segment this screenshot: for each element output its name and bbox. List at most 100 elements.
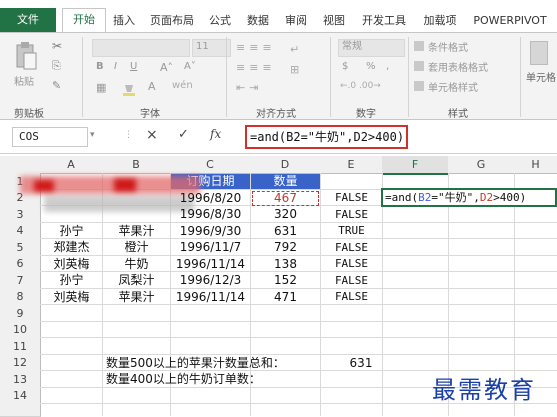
cell-styles-button[interactable]: 单元格样式 — [428, 79, 478, 94]
number-format-box[interactable]: 常规 — [338, 39, 405, 57]
cell-b6[interactable]: 牛奶 — [103, 256, 170, 272]
tab-data[interactable]: 数据 — [244, 10, 272, 32]
tab-review[interactable]: 审阅 — [282, 10, 310, 32]
cell-e3[interactable]: FALSE — [321, 206, 382, 223]
copy-icon[interactable]: ⎘ — [52, 59, 61, 73]
grow-font-icon[interactable]: A˄ — [160, 61, 173, 74]
cell-d6[interactable]: 138 — [251, 256, 320, 272]
cell-d2[interactable]: 467 — [251, 190, 320, 206]
cell-a4[interactable]: 孙宁 — [41, 223, 102, 239]
cell-a6[interactable]: 刘英梅 — [41, 256, 102, 272]
summary-label-1[interactable]: 数量500以上的苹果汁数量总和： — [106, 355, 285, 371]
row-header-8[interactable]: 8 — [0, 289, 41, 306]
font-color-icon[interactable]: A — [148, 80, 156, 93]
cell-b4[interactable]: 苹果汁 — [103, 223, 170, 239]
cell-e4[interactable]: TRUE — [321, 223, 382, 239]
row-header-11[interactable]: 11 — [0, 338, 41, 356]
tab-formulas[interactable]: 公式 — [206, 10, 234, 32]
cell-d3[interactable]: 320 — [251, 206, 320, 223]
border-icon[interactable]: ▦ — [96, 81, 106, 94]
cell-c2[interactable]: 1996/8/20 — [171, 190, 250, 206]
conditional-format-button[interactable]: 条件格式 — [428, 39, 468, 54]
cell-e5[interactable]: FALSE — [321, 239, 382, 256]
summary-label-2[interactable]: 数量400以上的牛奶订单数： — [106, 371, 261, 388]
cell-a5[interactable]: 郑建杰 — [41, 239, 102, 256]
row-header-12[interactable]: 12 — [0, 355, 41, 372]
italic-button[interactable]: I — [114, 61, 117, 72]
cells-icon[interactable] — [530, 41, 548, 65]
summary-value-1[interactable]: 631 — [341, 355, 381, 371]
align-top-icons[interactable]: ≡≡≡ — [236, 41, 276, 54]
paste-icon[interactable] — [14, 41, 38, 71]
tab-view[interactable]: 视图 — [320, 10, 348, 32]
cell-a8[interactable]: 刘英梅 — [41, 289, 102, 305]
tab-file[interactable]: 文件 — [0, 8, 56, 32]
cell-b5[interactable]: 橙汁 — [103, 239, 170, 256]
cell-c6[interactable]: 1996/11/14 — [171, 256, 250, 272]
cell-e8[interactable]: FALSE — [321, 289, 382, 305]
tab-page-layout[interactable]: 页面布局 — [146, 10, 198, 32]
row-header-15[interactable] — [0, 404, 41, 417]
cell-e7[interactable]: FALSE — [321, 272, 382, 289]
row-header-6[interactable]: 6 — [0, 256, 41, 273]
cell-a7[interactable]: 孙宁 — [41, 272, 102, 289]
tab-developer[interactable]: 开发工具 — [357, 10, 411, 32]
decimal-icons[interactable]: ←.0 .00→ — [340, 81, 381, 91]
cell-b7[interactable]: 凤梨汁 — [103, 272, 170, 289]
row-header-9[interactable]: 9 — [0, 305, 41, 323]
underline-button[interactable]: U — [130, 61, 137, 72]
row-header-7[interactable]: 7 — [0, 272, 41, 290]
cell-c4[interactable]: 1996/9/30 — [171, 223, 250, 239]
name-box-dropdown-icon[interactable]: ▾ — [90, 130, 95, 140]
font-name-box[interactable] — [92, 39, 190, 57]
cell-c5[interactable]: 1996/11/7 — [171, 239, 250, 256]
cells-button[interactable]: 单元格 — [526, 69, 556, 84]
cell-d1[interactable]: 数量 — [251, 174, 320, 189]
cell-e6[interactable]: FALSE — [321, 256, 382, 272]
merge-cells-icon[interactable]: ⊞ — [290, 63, 299, 76]
bold-button[interactable]: B — [96, 61, 104, 72]
column-header-h[interactable]: H — [514, 156, 557, 174]
insert-function-icon[interactable]: fx — [210, 127, 221, 141]
table-format-button[interactable]: 套用表格格式 — [428, 59, 488, 74]
confirm-icon[interactable]: ✓ — [178, 127, 189, 142]
name-box[interactable]: COS — [12, 127, 88, 147]
column-header-d[interactable]: D — [250, 156, 321, 174]
row-header-5[interactable]: 5 — [0, 239, 41, 257]
cell-e2[interactable]: FALSE — [321, 190, 382, 206]
cell-d8[interactable]: 471 — [251, 289, 320, 305]
tab-powerpivot[interactable]: POWERPIVOT — [468, 10, 552, 32]
formula-input[interactable]: =and(B2="牛奶",D2>400) — [245, 125, 408, 149]
row-header-4[interactable]: 4 — [0, 223, 41, 240]
wrap-text-icon[interactable]: ↵ — [290, 43, 299, 56]
cell-f2-formula[interactable]: =and(B2="牛奶",D2>400) — [385, 189, 526, 206]
fill-color-icon[interactable] — [122, 81, 136, 96]
format-painter-icon[interactable]: ✎ — [52, 79, 61, 92]
cell-d5[interactable]: 792 — [251, 239, 320, 256]
indent-icons[interactable]: ⇤⇥ — [236, 81, 262, 94]
column-header-g[interactable]: G — [448, 156, 515, 174]
tab-home[interactable]: 开始 — [62, 8, 106, 33]
cell-c8[interactable]: 1996/11/14 — [171, 289, 250, 305]
column-header-f[interactable]: F — [382, 156, 449, 175]
phonetic-icon[interactable]: wén — [172, 80, 193, 91]
shrink-font-icon[interactable]: A˅ — [184, 61, 196, 72]
accounting-format-button[interactable]: $ — [342, 61, 348, 72]
comma-style-button[interactable]: , — [386, 61, 389, 72]
tab-insert[interactable]: 插入 — [110, 10, 138, 32]
column-header-e[interactable]: E — [320, 156, 383, 174]
cancel-icon[interactable]: × — [146, 127, 158, 143]
cell-c3[interactable]: 1996/8/30 — [171, 206, 250, 223]
align-center-icons[interactable]: ≡≡≡ — [236, 61, 276, 74]
percent-style-button[interactable]: % — [366, 61, 376, 72]
cut-icon[interactable]: ✂ — [52, 39, 62, 53]
cell-c7[interactable]: 1996/12/3 — [171, 272, 250, 289]
cell-b8[interactable]: 苹果汁 — [103, 289, 170, 305]
row-header-14[interactable]: 14 — [0, 388, 41, 405]
row-header-10[interactable]: 10 — [0, 322, 41, 339]
tab-addins[interactable]: 加载项 — [420, 10, 460, 32]
row-header-13[interactable]: 13 — [0, 371, 41, 389]
cell-d4[interactable]: 631 — [251, 223, 320, 239]
cell-d7[interactable]: 152 — [251, 272, 320, 289]
paste-button[interactable]: 粘贴 — [14, 73, 34, 88]
